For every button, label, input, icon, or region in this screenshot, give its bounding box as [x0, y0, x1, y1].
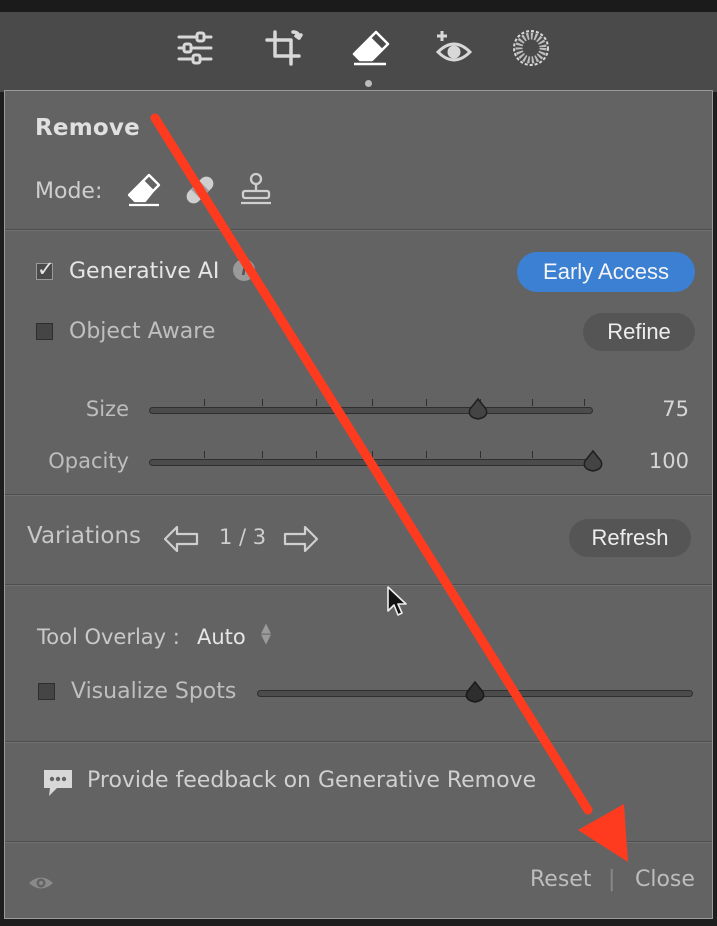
object-aware-label: Object Aware	[69, 319, 216, 344]
divider	[5, 584, 712, 586]
divider	[5, 494, 712, 496]
next-variation-arrow-icon[interactable]	[281, 519, 321, 559]
opacity-slider-thumb[interactable]	[582, 449, 604, 475]
generative-ai-label: Generative AI	[69, 259, 220, 284]
tick	[262, 451, 263, 458]
tick	[204, 399, 205, 406]
size-label: Size	[85, 397, 129, 421]
panel-title: Remove	[35, 115, 140, 141]
tick	[262, 399, 263, 406]
remove-panel: Remove Mode: ✓ Generative AI i Early Acc…	[4, 90, 713, 919]
red-eye-icon[interactable]	[434, 28, 474, 68]
crop-icon[interactable]	[263, 28, 303, 68]
eraser-mode-icon[interactable]	[125, 171, 163, 209]
opacity-value[interactable]: 100	[629, 449, 689, 473]
footer-separator: |	[608, 867, 616, 892]
tick	[316, 451, 317, 458]
tool-overlay-label: Tool Overlay :	[37, 625, 180, 649]
updown-chevron-icon[interactable]: ▲ ▼	[261, 622, 271, 646]
tool-strip	[0, 0, 717, 92]
tick	[372, 399, 373, 406]
early-access-button[interactable]: Early Access	[517, 252, 695, 292]
edit-sliders-icon[interactable]	[175, 28, 215, 68]
feedback-link[interactable]: Provide feedback on Generative Remove	[87, 768, 536, 793]
tick	[532, 399, 533, 406]
visualize-spots-label: Visualize Spots	[71, 679, 237, 704]
refine-button[interactable]: Refine	[583, 313, 695, 351]
bandage-mode-icon[interactable]	[181, 171, 219, 209]
tick	[584, 399, 585, 406]
tick	[204, 451, 205, 458]
info-icon[interactable]: i	[233, 259, 255, 281]
mouse-cursor-icon	[387, 586, 407, 616]
size-slider-track[interactable]	[149, 399, 593, 414]
masking-icon[interactable]	[511, 28, 551, 68]
tick	[532, 451, 533, 458]
speech-bubble-icon	[41, 767, 75, 799]
mode-label: Mode:	[35, 179, 103, 204]
tool-overlay-select[interactable]: Auto	[197, 625, 246, 649]
close-button[interactable]: Close	[635, 867, 695, 892]
size-slider-thumb[interactable]	[467, 397, 489, 423]
variations-label: Variations	[27, 523, 142, 549]
divider	[5, 229, 712, 231]
active-tool-indicator	[365, 80, 372, 87]
reset-button[interactable]: Reset	[530, 867, 591, 892]
divider	[5, 741, 712, 743]
visualize-spots-slider-thumb[interactable]	[464, 680, 486, 706]
size-value[interactable]: 75	[629, 397, 689, 421]
tick	[316, 399, 317, 406]
tick	[372, 451, 373, 458]
eraser-icon[interactable]	[350, 28, 390, 68]
opacity-slider-track[interactable]	[149, 451, 593, 466]
opacity-label: Opacity	[48, 449, 129, 473]
tick	[426, 399, 427, 406]
divider	[5, 841, 712, 843]
previous-variation-arrow-icon[interactable]	[161, 519, 201, 559]
object-aware-checkbox[interactable]	[36, 323, 53, 340]
variation-counter: 1 / 3	[219, 525, 267, 549]
clone-stamp-mode-icon[interactable]	[237, 171, 275, 209]
tick	[480, 451, 481, 458]
visualize-spots-checkbox[interactable]	[38, 683, 55, 700]
eye-icon[interactable]	[27, 871, 55, 895]
generative-ai-checkbox[interactable]: ✓	[36, 257, 55, 281]
tick	[426, 451, 427, 458]
refresh-button[interactable]: Refresh	[569, 519, 691, 557]
checkmark-icon: ✓	[37, 257, 55, 281]
